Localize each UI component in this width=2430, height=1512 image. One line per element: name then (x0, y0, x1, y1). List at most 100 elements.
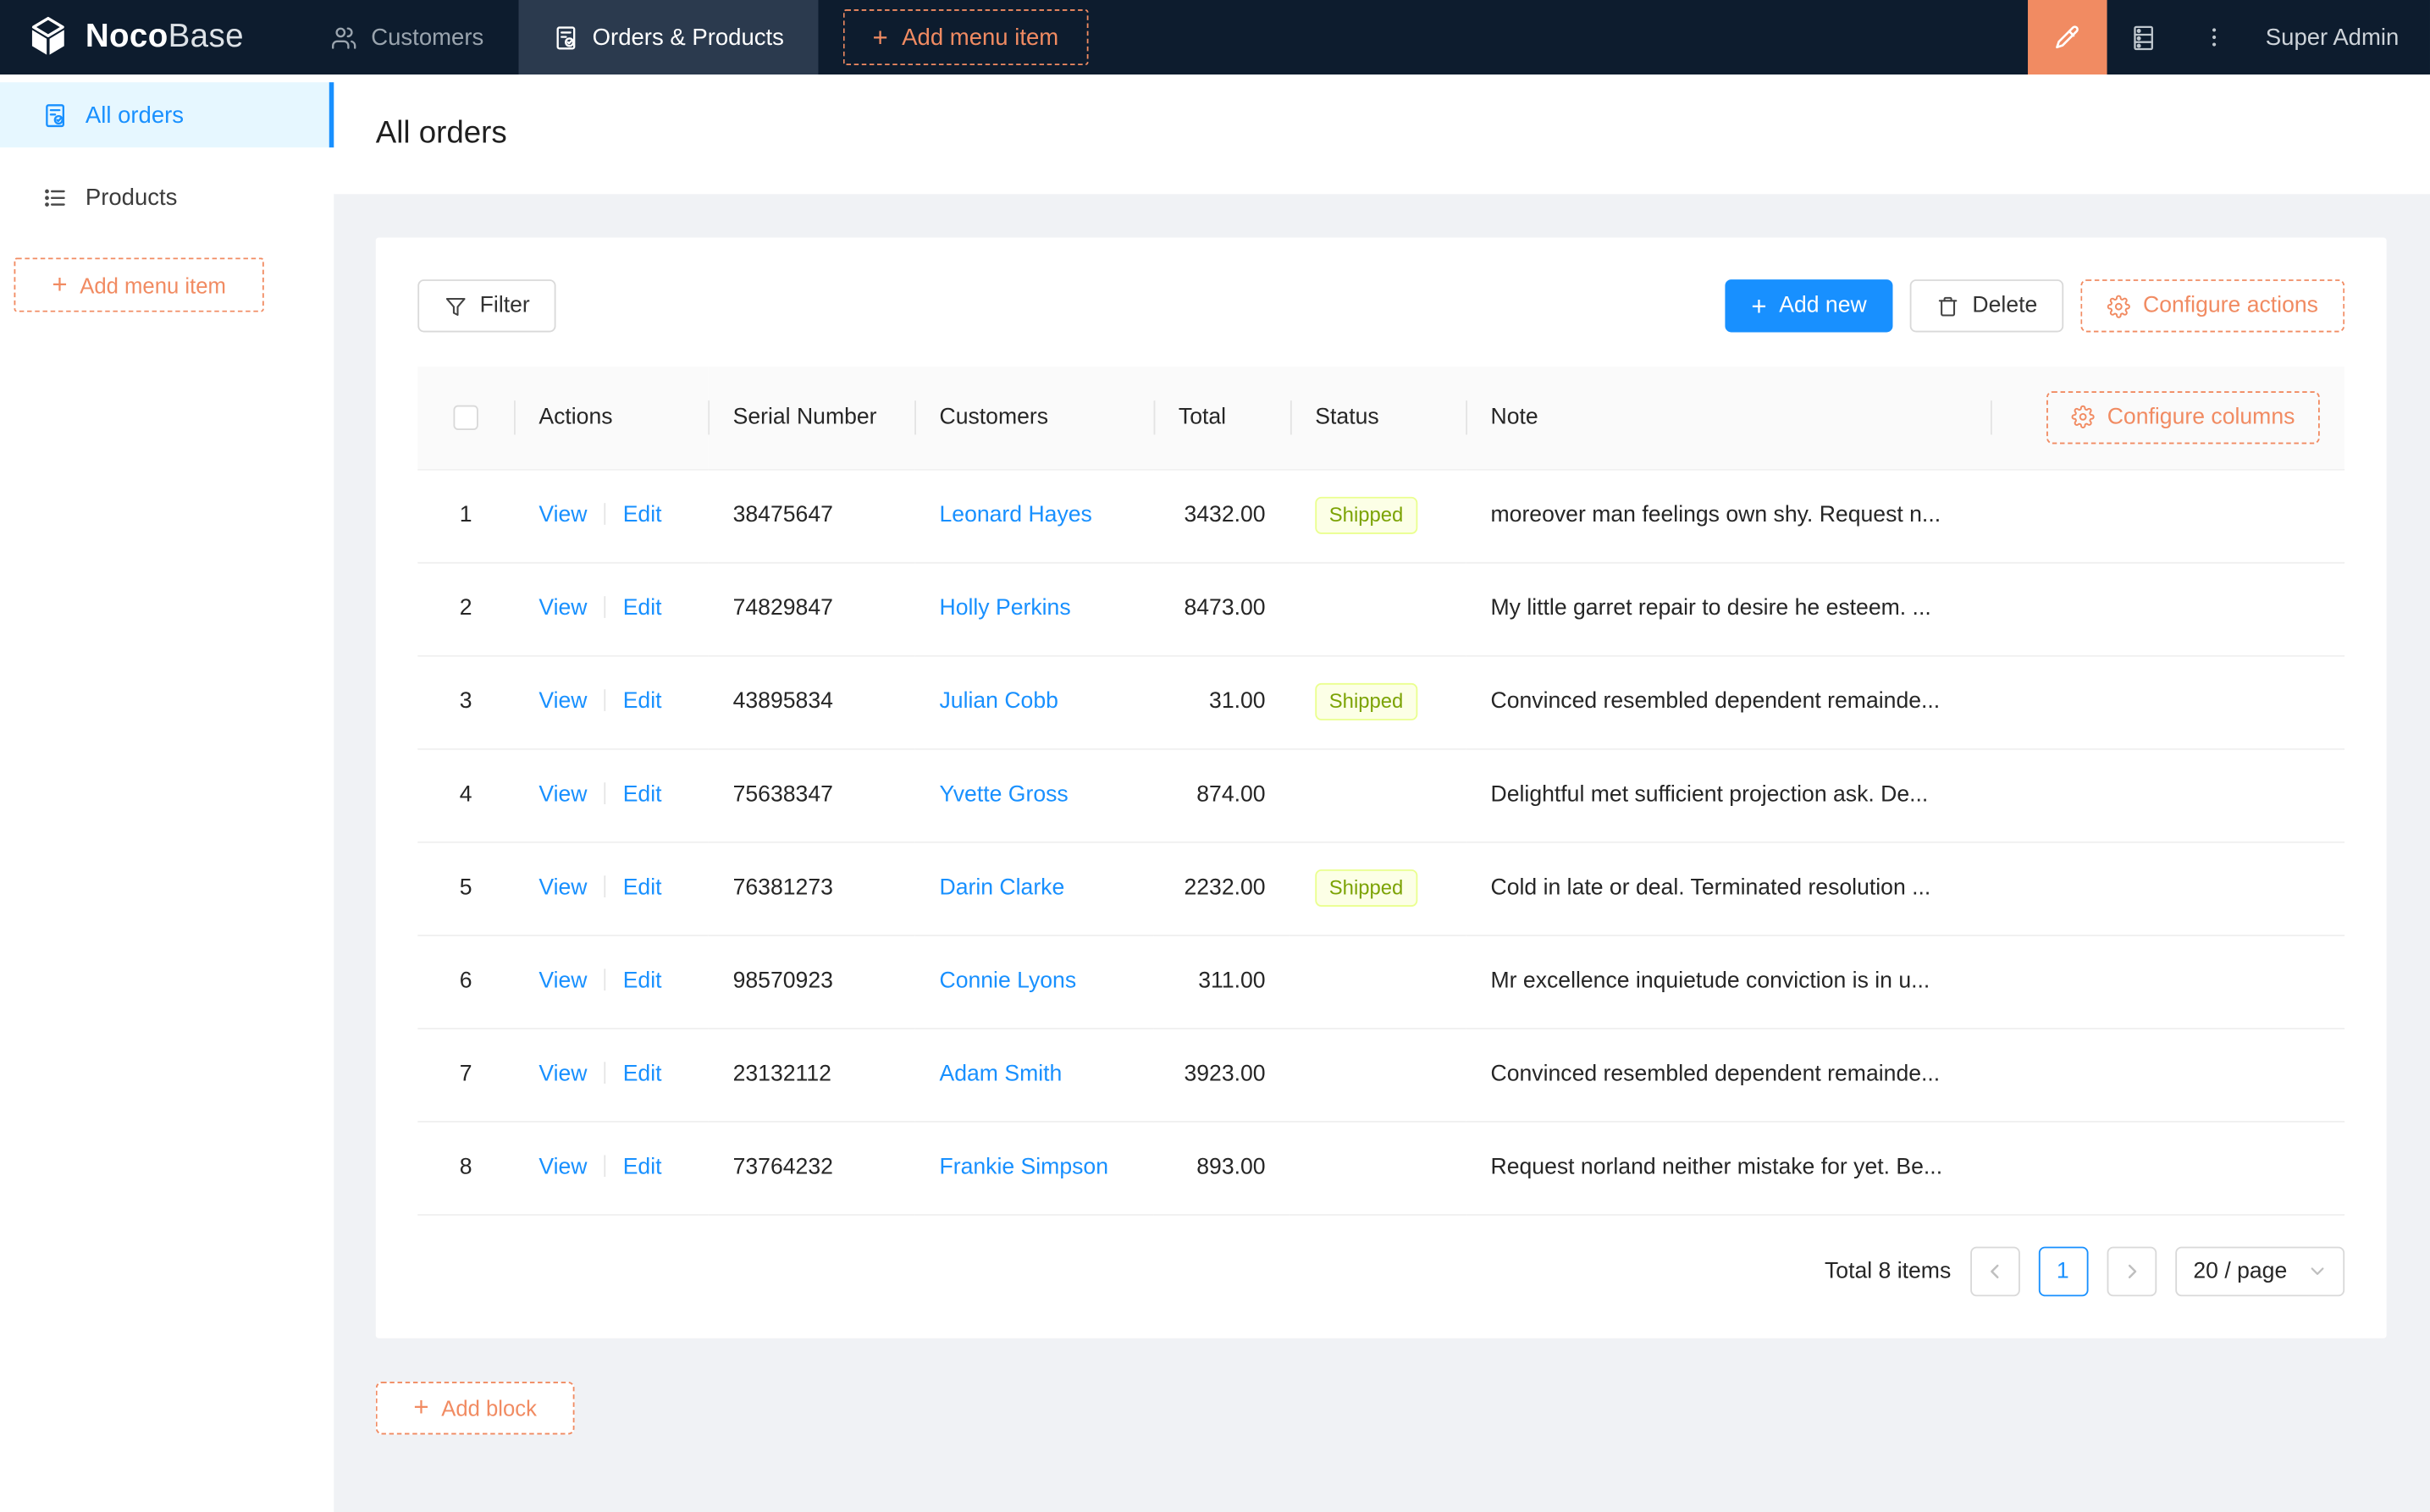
customer-cell: Holly Perkins (914, 561, 1154, 656)
status-cell (1290, 1121, 1466, 1215)
view-link[interactable]: View (538, 1155, 587, 1179)
more-options-button[interactable] (2179, 0, 2250, 74)
topbar-add-menu-item-button[interactable]: + Add menu item (842, 9, 1089, 66)
status-cell: Shipped (1290, 654, 1466, 749)
status-cell (1290, 748, 1466, 842)
orders-doc-check-icon (552, 24, 578, 50)
edit-link[interactable]: Edit (623, 782, 662, 807)
customer-link[interactable]: Darin Clarke (939, 875, 1064, 900)
configure-actions-button[interactable]: Configure actions (2080, 279, 2345, 333)
total-cell: 2232.00 (1153, 841, 1290, 935)
view-link[interactable]: View (538, 503, 587, 527)
serial-number-cell: 98570923 (708, 934, 915, 1029)
nocobase-logo-icon (25, 14, 71, 61)
view-link[interactable]: View (538, 689, 587, 714)
delete-button[interactable]: Delete (1910, 279, 2064, 333)
user-menu[interactable]: Super Admin (2250, 0, 2430, 74)
status-cell (1290, 1028, 1466, 1122)
customer-link[interactable]: Yvette Gross (939, 782, 1068, 807)
serial-number-cell: 75638347 (708, 748, 915, 842)
edit-link[interactable]: Edit (623, 875, 662, 900)
table-row: 5 View Edit 76381273 Darin Clarke 2232.00… (417, 841, 2345, 935)
customer-link[interactable]: Connie Lyons (939, 968, 1076, 993)
add-new-button[interactable]: + Add new (1725, 279, 1893, 333)
total-cell: 8473.00 (1153, 561, 1290, 656)
edit-link[interactable]: Edit (623, 1155, 662, 1179)
row-index: 8 (417, 1121, 515, 1215)
row-index: 5 (417, 841, 515, 935)
action-divider (604, 782, 606, 804)
sidebar: All orders Products + Add menu item (0, 74, 334, 1512)
select-all-checkbox[interactable] (453, 405, 478, 430)
customer-link[interactable]: Holly Perkins (939, 596, 1070, 621)
customer-cell: Adam Smith (914, 1028, 1154, 1122)
row-spacer-cell (1991, 468, 2345, 563)
row-actions: View Edit (514, 841, 709, 935)
row-index: 4 (417, 748, 515, 842)
view-link[interactable]: View (538, 596, 587, 621)
sidebar-item-label: Products (85, 184, 178, 211)
customer-cell: Yvette Gross (914, 748, 1154, 842)
sidebar-add-menu-item-button[interactable]: + Add menu item (14, 257, 264, 312)
database-icon (2129, 23, 2158, 52)
page-size-value: 20 / page (2193, 1258, 2288, 1283)
serial-number-cell: 73764232 (708, 1121, 915, 1215)
page-size-select[interactable]: 20 / page (2174, 1245, 2345, 1296)
database-button[interactable] (2107, 0, 2179, 74)
table-row: 7 View Edit 23132112 Adam Smith 3923.00 C… (417, 1028, 2345, 1122)
note-cell: Convinced resembled dependent remainde..… (1466, 654, 1991, 749)
top-navbar: NocoBase Customers Orders & Products + A… (0, 0, 2430, 75)
tab-orders-products[interactable]: Orders & Products (517, 0, 819, 75)
logo-text: NocoBase (85, 19, 244, 55)
user-name-label: Super Admin (2265, 24, 2400, 51)
view-link[interactable]: View (538, 875, 587, 900)
configure-columns-button[interactable]: Configure columns (2046, 390, 2320, 444)
view-link[interactable]: View (538, 782, 587, 807)
column-header-status: Status (1290, 366, 1466, 470)
filter-button[interactable]: Filter (417, 279, 556, 333)
pagination-next-button[interactable] (2106, 1245, 2157, 1296)
action-divider (604, 968, 606, 991)
customer-link[interactable]: Leonard Hayes (939, 503, 1091, 527)
table-row: 3 View Edit 43895834 Julian Cobb 31.00 Sh… (417, 654, 2345, 749)
serial-number-cell: 74829847 (708, 561, 915, 656)
status-cell: Shipped (1290, 841, 1466, 935)
pagination-prev-button[interactable] (1969, 1245, 2019, 1296)
action-divider (604, 596, 606, 618)
column-header-actions: Actions (514, 366, 709, 470)
plus-icon: + (872, 22, 888, 52)
serial-number-cell: 43895834 (708, 654, 915, 749)
sidebar-item-all-orders[interactable]: All orders (0, 82, 334, 148)
total-cell: 311.00 (1153, 934, 1290, 1029)
action-divider (604, 1155, 606, 1178)
customer-link[interactable]: Julian Cobb (939, 689, 1058, 714)
pagination-page-1-button[interactable]: 1 (2037, 1245, 2088, 1296)
nocobase-logo[interactable]: NocoBase (0, 0, 268, 74)
gear-icon (2107, 294, 2131, 318)
action-divider (604, 1062, 606, 1084)
edit-link[interactable]: Edit (623, 503, 662, 527)
row-spacer-cell (1991, 654, 2345, 749)
sidebar-item-products[interactable]: Products (0, 164, 334, 229)
row-spacer-cell (1991, 841, 2345, 935)
edit-link[interactable]: Edit (623, 689, 662, 714)
add-block-button[interactable]: + Add block (375, 1381, 575, 1434)
top-menu: Customers Orders & Products (296, 0, 819, 75)
ui-editor-button[interactable] (2028, 0, 2107, 75)
column-header-note: Note (1466, 366, 1991, 470)
edit-link[interactable]: Edit (623, 1062, 662, 1086)
view-link[interactable]: View (538, 968, 587, 993)
customer-cell: Frankie Simpson (914, 1121, 1154, 1215)
row-spacer-cell (1991, 1028, 2345, 1122)
note-cell: Cold in late or deal. Terminated resolut… (1466, 841, 1991, 935)
customer-link[interactable]: Frankie Simpson (939, 1155, 1108, 1179)
note-cell: Convinced resembled dependent remainde..… (1466, 1028, 1991, 1122)
total-cell: 31.00 (1153, 654, 1290, 749)
row-spacer-cell (1991, 934, 2345, 1029)
customer-link[interactable]: Adam Smith (939, 1062, 1062, 1086)
edit-link[interactable]: Edit (623, 596, 662, 621)
filter-icon (444, 295, 467, 318)
edit-link[interactable]: Edit (623, 968, 662, 993)
tab-customers[interactable]: Customers (296, 0, 517, 74)
view-link[interactable]: View (538, 1062, 587, 1086)
